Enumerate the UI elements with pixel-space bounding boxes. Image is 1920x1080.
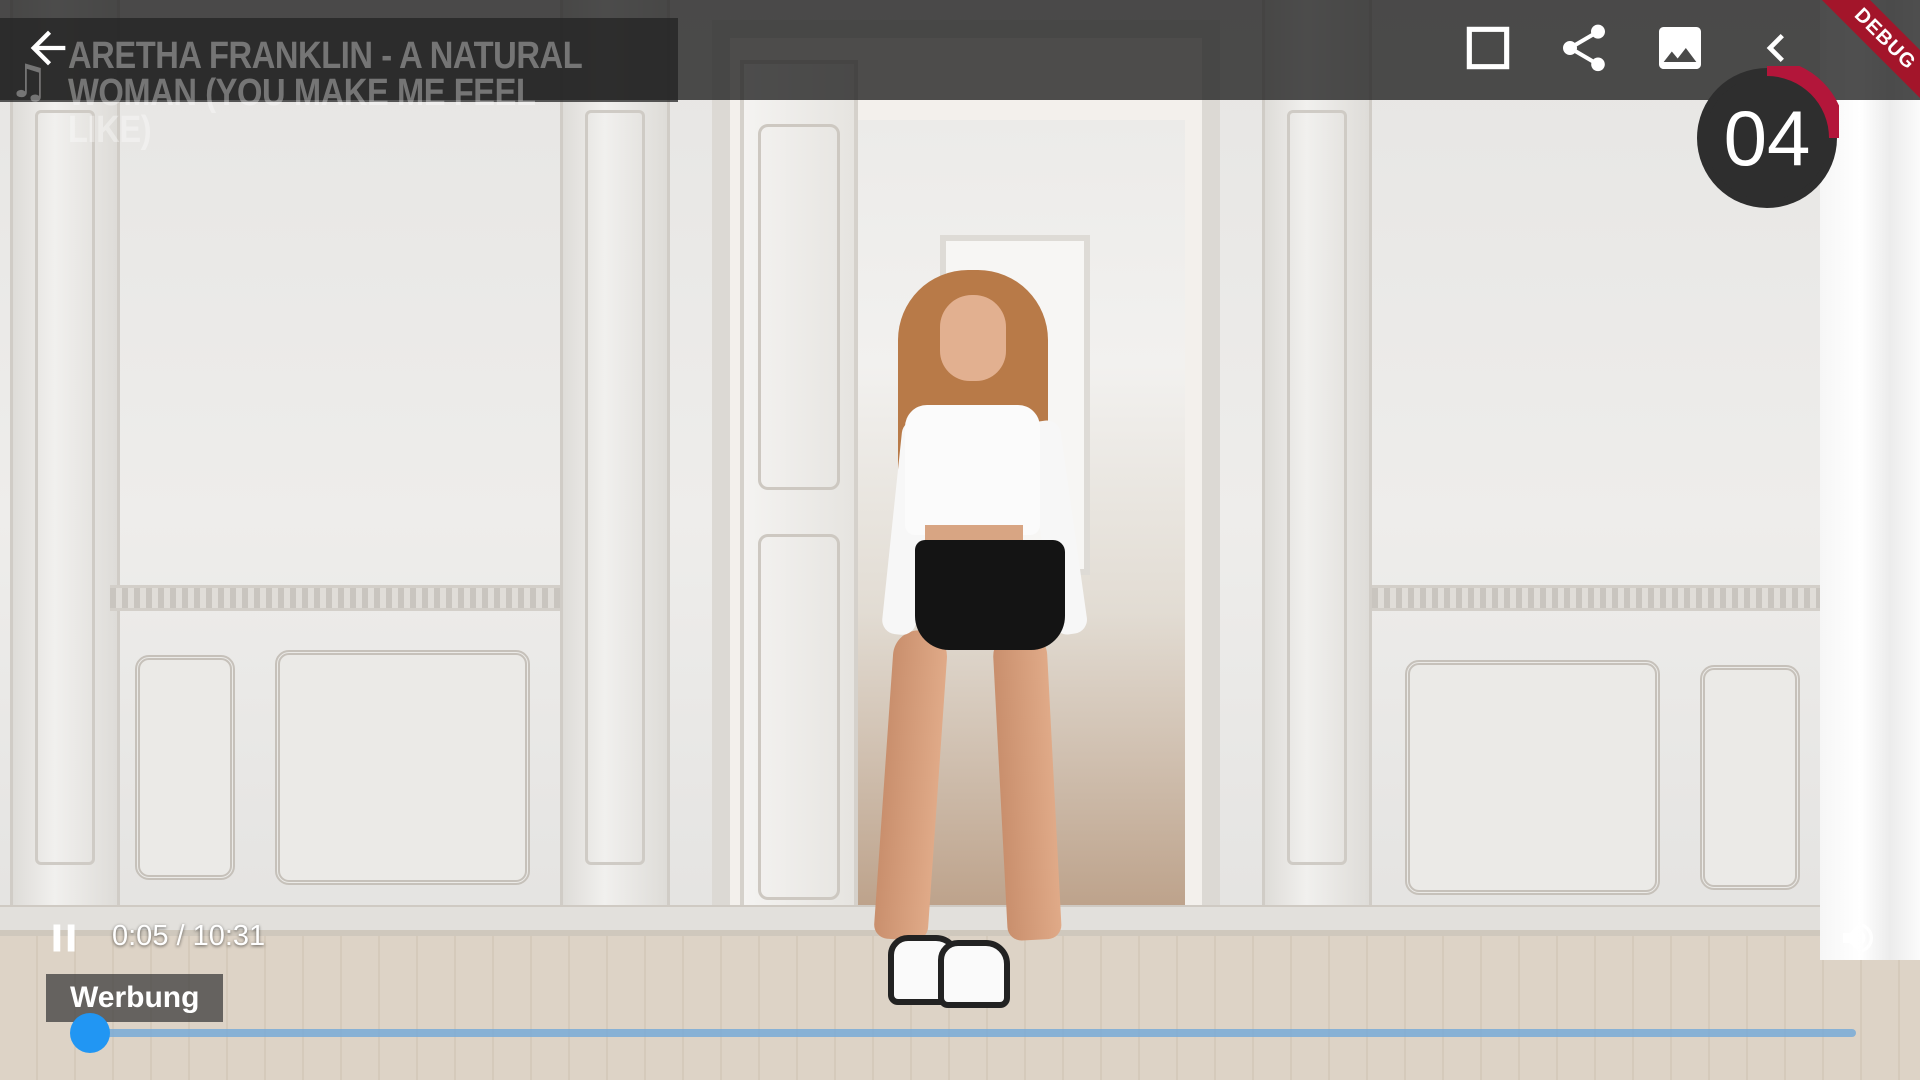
wall-pilaster bbox=[1262, 0, 1372, 905]
wall-panel bbox=[1700, 665, 1800, 890]
back-button[interactable] bbox=[22, 22, 74, 74]
song-title: Aretha Franklin - A Natural Woman (You M… bbox=[68, 35, 582, 151]
share-icon bbox=[1563, 24, 1605, 72]
back-arrow-icon bbox=[30, 30, 66, 66]
fullscreen-square-icon bbox=[1466, 26, 1510, 70]
ad-badge: Werbung bbox=[46, 974, 224, 1022]
pause-icon bbox=[53, 924, 75, 952]
wall-molding bbox=[110, 585, 560, 611]
wall-molding bbox=[1372, 585, 1822, 611]
countdown-number: 04 bbox=[1723, 94, 1811, 182]
video-frame[interactable] bbox=[0, 0, 1920, 1080]
pause-button[interactable] bbox=[46, 920, 82, 956]
progress-track[interactable] bbox=[76, 1029, 1856, 1037]
volume-button[interactable] bbox=[1836, 918, 1880, 958]
fullscreen-button[interactable] bbox=[1460, 20, 1516, 76]
song-title-box: ♫ Aretha Franklin - A Natural Woman (You… bbox=[0, 18, 678, 149]
open-door bbox=[740, 60, 858, 940]
volume-icon bbox=[1843, 923, 1873, 953]
countdown-timer: 04 bbox=[1695, 66, 1839, 210]
share-button[interactable] bbox=[1556, 20, 1612, 76]
wall-panel bbox=[135, 655, 235, 880]
time-display: 0:05 / 10:31 bbox=[112, 920, 266, 952]
wall-panel bbox=[275, 650, 530, 885]
wall-panel bbox=[1405, 660, 1660, 895]
progress-thumb[interactable] bbox=[70, 1013, 110, 1053]
